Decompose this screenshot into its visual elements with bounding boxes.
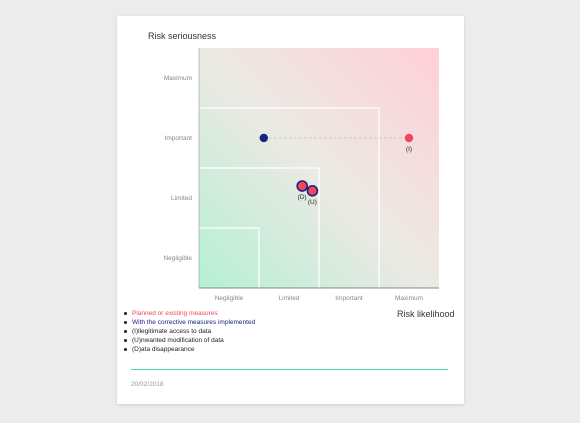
risk-point-planned (259, 133, 268, 143)
y-tick-label: Negligible (163, 255, 192, 262)
risk-point-existing (404, 133, 414, 143)
bullet-icon (124, 321, 127, 324)
y-tick-label: Important (165, 135, 193, 142)
y-tick-label: Limited (171, 195, 192, 202)
risk-point-combined (296, 180, 309, 192)
footer-divider (131, 369, 448, 370)
bullet-icon (124, 339, 127, 342)
x-tick-label: Limited (279, 295, 300, 302)
legend-label: (D)ata disappearance (132, 346, 195, 353)
legend-label: Planned or existing measures (132, 310, 218, 317)
risk-map-chart: Negligible Limited Important Maximum Neglig… (163, 48, 439, 302)
x-tick-label: Important (335, 295, 363, 302)
x-axis-title: Risk likelihood (397, 309, 455, 319)
date-stamp: 20/02/2018 (131, 381, 164, 388)
bullet-icon (124, 330, 127, 333)
legend-label: (I)llegitimate access to data (132, 328, 212, 335)
risk-point-combined (306, 185, 319, 197)
bullet-icon (124, 348, 127, 351)
risk-point-label: (U) (308, 199, 317, 206)
legend-label: With the corrective measures implemented (132, 319, 256, 326)
legend-item: With the corrective measures implemented (124, 318, 255, 327)
y-axis-title: Risk seriousness (148, 31, 217, 41)
legend-item: (I)llegitimate access to data (124, 327, 255, 336)
risk-point-label: (I) (406, 146, 412, 153)
y-tick-label: Maximum (164, 75, 192, 82)
x-tick-label: Maximum (395, 295, 423, 302)
legend-label: (U)nwanted modification of data (132, 337, 224, 344)
x-tick-label: Negligible (215, 295, 244, 302)
risk-point-label: (D) (298, 194, 307, 201)
legend-item: Planned or existing measures (124, 309, 255, 318)
legend: Planned or existing measures With the co… (124, 309, 255, 354)
legend-item: (U)nwanted modification of data (124, 336, 255, 345)
legend-item: (D)ata disappearance (124, 345, 255, 354)
bullet-icon (124, 312, 127, 315)
